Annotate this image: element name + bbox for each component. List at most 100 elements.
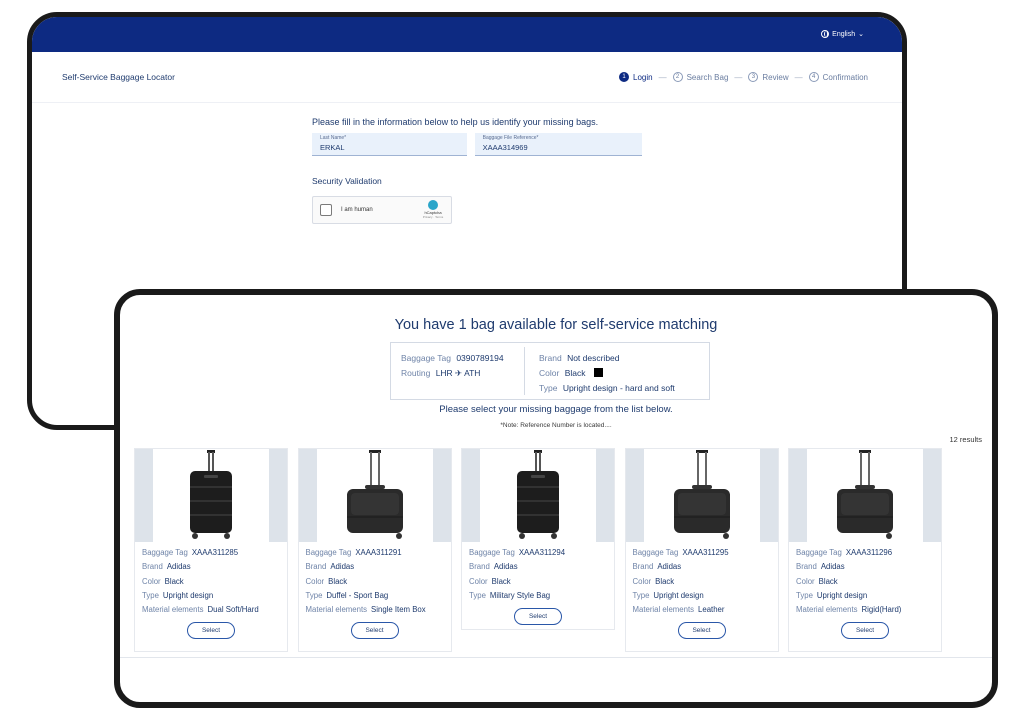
detail-label: Material elements <box>142 605 204 615</box>
detail-label: Color <box>796 576 815 586</box>
security-validation-title: Security Validation <box>312 176 382 186</box>
detail-label: Baggage Tag <box>469 548 515 557</box>
hcaptcha-icon <box>428 200 438 210</box>
detail-label: Brand <box>142 562 163 572</box>
bag-details: Baggage Tag XAAA311291 Brand Adidas Color Bla… <box>306 546 451 617</box>
detail-row: Color Black <box>142 575 287 589</box>
detail-row: Type Upright design <box>633 589 778 603</box>
step-separator: — <box>734 72 743 82</box>
image-side-panel <box>432 449 451 542</box>
brand-label: Brand <box>539 353 562 363</box>
detail-row: Material elements Rigid(Hard) <box>796 603 941 617</box>
captcha-terms[interactable]: Privacy · Terms <box>421 215 445 219</box>
detail-value: Upright design <box>162 590 214 600</box>
image-side-panel <box>298 449 317 542</box>
detail-value: Single Item Box <box>371 605 426 615</box>
bag-details: Baggage Tag XAAA311285 Brand Adidas Color Bla… <box>142 546 287 617</box>
brand-value: Not described <box>567 353 620 363</box>
detail-row: Baggage Tag XAAA311291 <box>306 546 451 560</box>
detail-value: XAAA311296 <box>845 548 893 557</box>
bag-card: Baggage Tag XAAA311291 Brand Adidas Color Bla… <box>297 448 452 652</box>
step-separator: — <box>794 72 803 82</box>
last-name-label: Last Name* <box>320 135 347 141</box>
suitcase-icon <box>673 450 730 539</box>
detail-label: Type <box>632 590 650 600</box>
bag-image <box>298 449 451 542</box>
suitcase-icon <box>837 450 893 539</box>
color-swatch <box>593 368 603 377</box>
captcha-checkbox[interactable] <box>320 204 332 216</box>
select-button[interactable]: Select <box>350 622 399 639</box>
results-heading: You have 1 bag available for self-servic… <box>394 317 718 333</box>
detail-label: Brand <box>305 562 327 572</box>
detail-label: Color <box>142 576 161 586</box>
detail-value: Black <box>328 576 348 586</box>
detail-value: Dual Soft/Hard <box>207 605 259 615</box>
detail-value: Black <box>164 576 184 586</box>
select-button[interactable]: Select <box>677 622 726 639</box>
detail-row: Type Upright design <box>796 589 941 603</box>
select-button[interactable]: Select <box>514 608 562 625</box>
detail-value: XAAA311285 <box>191 548 239 557</box>
step-number: 3 <box>748 72 759 82</box>
step-login: 1 Login <box>619 72 653 82</box>
step-number: 1 <box>619 72 630 82</box>
detail-label: Type <box>305 590 323 600</box>
detail-value: XAAA311295 <box>682 548 729 557</box>
select-button[interactable]: Select <box>841 622 889 639</box>
detail-label: Baggage Tag <box>305 548 352 557</box>
color-value: Black <box>564 368 586 378</box>
detail-row: Material elements Dual Soft/Hard <box>142 603 287 617</box>
results-list: Baggage Tag XAAA311285 Brand Adidas Color Bla… <box>134 448 992 652</box>
detail-label: Material elements <box>796 605 858 615</box>
routing-value: LHR ✈ ATH <box>435 368 481 378</box>
step-label: Confirmation <box>822 72 868 82</box>
step-review: 3 Review <box>748 72 789 82</box>
detail-row: Brand Adidas <box>633 560 778 574</box>
captcha-widget: I am human hCaptcha Privacy · Terms <box>312 196 452 224</box>
detail-row: Type Upright design <box>142 589 287 603</box>
detail-row: Type Duffel - Sport Bag <box>306 589 451 603</box>
detail-value: XAAA311291 <box>355 548 402 557</box>
image-side-panel <box>596 449 614 542</box>
detail-row: Baggage Tag XAAA311296 <box>796 546 941 560</box>
baggage-file-reference-value: XAAA314969 <box>482 143 528 152</box>
suitcase-icon <box>346 450 403 539</box>
results-count: 12 results <box>949 435 982 444</box>
step-search-bag: 2 Search Bag <box>672 72 729 82</box>
detail-value: XAAA311294 <box>518 548 566 557</box>
detail-row: Color Black <box>469 575 614 589</box>
results-device-frame: You have 1 bag available for self-servic… <box>114 289 998 708</box>
baggage-file-reference-field[interactable]: Baggage File Reference* XAAA314969 <box>474 133 642 156</box>
detail-value: Black <box>655 576 675 586</box>
detail-row: Brand Adidas <box>796 560 941 574</box>
image-side-panel <box>759 449 778 542</box>
detail-row: Type Military Style Bag <box>469 589 614 603</box>
select-button[interactable]: Select <box>187 622 235 639</box>
bag-image <box>789 449 941 542</box>
detail-label: Brand <box>469 562 490 572</box>
detail-value: Black <box>491 576 511 586</box>
app-title: Self-Service Baggage Locator <box>62 72 175 82</box>
info-divider <box>524 347 525 395</box>
language-label: English <box>832 30 856 38</box>
detail-label: Color <box>469 576 488 586</box>
bag-image <box>625 449 778 542</box>
header-bar: Self-Service Baggage Locator 1 Login — 2 Sea… <box>32 52 902 103</box>
detail-value: Black <box>818 576 838 586</box>
detail-label: Type <box>469 590 486 600</box>
captcha-logo: hCaptcha Privacy · Terms <box>421 200 445 219</box>
image-side-panel <box>462 449 480 542</box>
step-label: Search Bag <box>686 72 729 82</box>
detail-row: Color Black <box>796 575 941 589</box>
detail-label: Color <box>305 576 325 586</box>
last-name-field[interactable]: Last Name* ERKAL <box>312 133 467 156</box>
last-name-value: ERKAL <box>320 143 345 152</box>
language-selector[interactable]: English ⌄ <box>821 30 864 38</box>
captcha-text: I am human <box>341 207 373 213</box>
bag-info-right: Brand Not described Color Black Type Upr… <box>539 351 709 396</box>
routing-label: Routing <box>401 368 431 378</box>
detail-value: Duffel - Sport Bag <box>326 590 389 600</box>
progress-stepper: 1 Login — 2 Search Bag — 3 Review — 4 Confirmation <box>619 72 868 82</box>
detail-label: Brand <box>632 562 654 572</box>
